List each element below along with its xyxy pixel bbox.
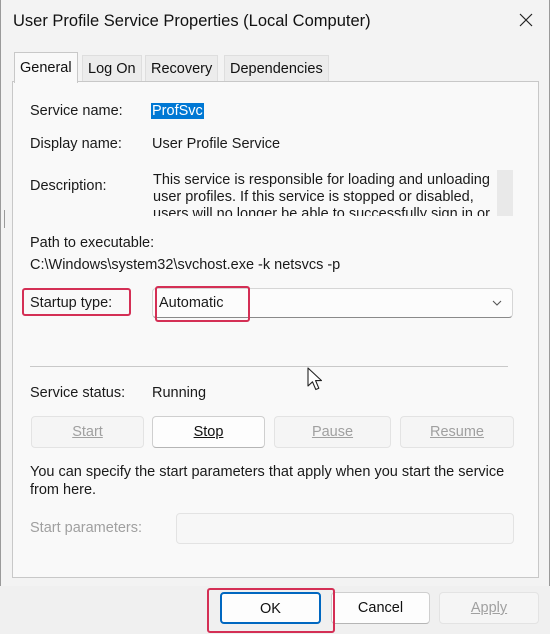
start-button-label: Start xyxy=(72,424,103,440)
service-name-label: Service name: xyxy=(30,103,123,119)
tab-recovery-label: Recovery xyxy=(151,61,213,77)
ok-button[interactable]: OK xyxy=(220,592,321,624)
tab-general-label: General xyxy=(20,60,72,76)
service-name-text: ProfSvc xyxy=(151,103,204,119)
window-edge-mark xyxy=(0,210,5,228)
service-status-value: Running xyxy=(152,385,207,401)
tab-log-on[interactable]: Log On xyxy=(82,55,142,82)
service-name-value[interactable]: ProfSvc xyxy=(151,103,204,119)
general-tab-panel xyxy=(12,81,539,578)
tab-dependencies[interactable]: Dependencies xyxy=(224,55,329,82)
tab-log-on-label: Log On xyxy=(88,61,136,77)
ok-button-label: OK xyxy=(260,601,281,617)
title-bar[interactable]: User Profile Service Properties (Local C… xyxy=(0,0,550,44)
window-border-left xyxy=(0,0,1,634)
start-params-label: Start parameters: xyxy=(30,520,143,536)
startup-type-label: Startup type: xyxy=(30,295,113,311)
start-params-input[interactable] xyxy=(176,513,514,544)
description-scrollbar[interactable] xyxy=(497,170,513,216)
start-params-description: You can specify the start parameters tha… xyxy=(30,464,505,498)
description-label: Description: xyxy=(30,178,107,194)
path-value: C:\Windows\system32\svchost.exe -k netsv… xyxy=(30,257,341,273)
mouse-cursor-icon xyxy=(307,367,323,391)
tab-recovery[interactable]: Recovery xyxy=(145,55,219,82)
close-icon xyxy=(519,13,533,27)
pause-button-label: Pause xyxy=(311,424,354,440)
divider xyxy=(30,366,508,367)
cancel-button[interactable]: Cancel xyxy=(331,592,430,624)
display-name-label: Display name: xyxy=(30,136,122,152)
apply-button-label: Apply xyxy=(470,600,508,616)
tab-general[interactable]: General xyxy=(14,52,78,83)
window-title: User Profile Service Properties (Local C… xyxy=(13,12,371,30)
path-label: Path to executable: xyxy=(30,235,155,251)
display-name-value: User Profile Service xyxy=(152,136,281,152)
close-button[interactable] xyxy=(502,0,550,44)
tab-dependencies-label: Dependencies xyxy=(230,61,323,77)
pause-button[interactable]: Pause xyxy=(274,416,391,448)
startup-type-dropdown[interactable]: Automatic xyxy=(152,288,513,318)
description-text: This service is responsible for loading … xyxy=(153,172,490,216)
stop-button[interactable]: Stop xyxy=(152,416,265,448)
resume-button[interactable]: Resume xyxy=(400,416,514,448)
resume-button-label: Resume xyxy=(430,424,484,440)
startup-type-value: Automatic xyxy=(159,295,224,311)
description-box[interactable]: This service is responsible for loading … xyxy=(151,170,513,216)
cancel-button-label: Cancel xyxy=(357,600,404,616)
start-button[interactable]: Start xyxy=(31,416,144,448)
stop-button-label: Stop xyxy=(193,424,224,440)
apply-button[interactable]: Apply xyxy=(439,592,539,624)
chevron-down-icon xyxy=(492,300,502,306)
service-status-label: Service status: xyxy=(30,385,126,401)
